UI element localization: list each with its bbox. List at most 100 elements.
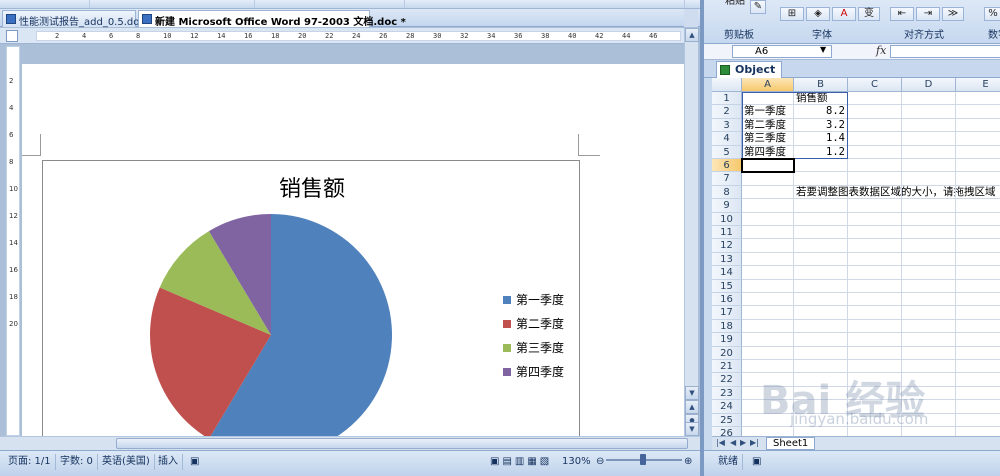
cell-d16[interactable] (902, 293, 956, 307)
row-header-17[interactable]: 17 (712, 306, 742, 320)
row-header-10[interactable]: 10 (712, 212, 742, 226)
cell-c4[interactable] (848, 132, 902, 146)
cell-a20[interactable] (742, 346, 794, 360)
cell-b7[interactable] (794, 172, 848, 186)
formula-bar[interactable] (890, 45, 1000, 58)
zoom-in-icon[interactable]: ⊕ (680, 454, 696, 470)
row-header-18[interactable]: 18 (712, 319, 742, 334)
row-header-6[interactable]: 6 (712, 159, 742, 173)
zoom-out-icon[interactable]: ⊖ (592, 454, 608, 470)
cell-c2[interactable] (848, 105, 902, 119)
cell-e3[interactable] (956, 119, 1000, 133)
cell-a6[interactable] (741, 157, 795, 174)
cell-a18[interactable] (742, 319, 794, 334)
cell-a13[interactable] (742, 252, 794, 267)
cell-e4[interactable] (956, 132, 1000, 146)
row-header-12[interactable]: 12 (712, 239, 742, 253)
cell-b19[interactable] (794, 333, 848, 347)
cell-d19[interactable] (902, 333, 956, 347)
cell-b11[interactable] (794, 226, 848, 240)
embedded-chart[interactable]: 销售额 第一季度 第二季度 第三季度 第四季度 (42, 160, 580, 436)
row-header-19[interactable]: 19 (712, 333, 742, 347)
cell-c7[interactable] (848, 172, 902, 186)
doc-tab-report[interactable]: 性能测试报告_add_0.5.doc (2, 10, 145, 28)
cell-d15[interactable] (902, 279, 956, 293)
cell-a11[interactable] (742, 226, 794, 240)
number-format-icon[interactable]: % (984, 7, 1000, 21)
cell-a7[interactable] (742, 172, 794, 186)
cell-c26[interactable] (848, 427, 902, 436)
increase-indent-icon[interactable]: ⇥ (916, 7, 940, 21)
cell-d17[interactable] (902, 306, 956, 320)
column-header-a[interactable]: A (742, 78, 794, 92)
cell-e10[interactable] (956, 213, 1000, 226)
cell-b12[interactable] (794, 239, 848, 253)
row-header-20[interactable]: 20 (712, 346, 742, 360)
horizontal-scroll-thumb[interactable] (116, 438, 688, 449)
select-all-corner[interactable] (712, 78, 742, 92)
row-header-23[interactable]: 23 (712, 386, 742, 401)
cell-d20[interactable] (902, 346, 956, 360)
cell-a14[interactable] (742, 266, 794, 280)
phonetic-icon[interactable]: 变 (858, 7, 880, 21)
cell-a26[interactable] (742, 427, 794, 436)
cell-b16[interactable] (794, 293, 848, 307)
cell-d2[interactable] (902, 105, 956, 119)
macro-record-icon[interactable]: ▣ (186, 454, 203, 470)
first-sheet-button[interactable]: |◀ (716, 438, 725, 447)
cell-e7[interactable] (956, 172, 1000, 186)
cell-d6[interactable] (902, 159, 956, 173)
cell-e9[interactable] (956, 199, 1000, 213)
cell-c5[interactable] (848, 145, 902, 159)
next-page-button[interactable]: ▼ (685, 422, 699, 436)
cell-c15[interactable] (848, 279, 902, 293)
vertical-scrollbar[interactable]: ▲ ▼ ▲ ● ▼ (684, 28, 699, 436)
cell-e15[interactable] (956, 280, 1000, 293)
row-header-8[interactable]: 8 (712, 185, 742, 200)
cell-c18[interactable] (848, 319, 902, 334)
row-header-1[interactable]: 1 (712, 92, 742, 106)
row-header-25[interactable]: 25 (712, 413, 742, 427)
status-page[interactable]: 页面: 1/1 (4, 454, 56, 470)
name-box[interactable]: A6 (732, 45, 832, 58)
border-icon[interactable]: ⊞ (780, 7, 804, 21)
row-header-22[interactable]: 22 (712, 373, 742, 387)
cell-c3[interactable] (848, 118, 902, 133)
row-header-13[interactable]: 13 (712, 252, 742, 267)
row-header-7[interactable]: 7 (712, 172, 742, 186)
cell-c16[interactable] (848, 293, 902, 307)
row-header-11[interactable]: 11 (712, 226, 742, 240)
cell-c14[interactable] (848, 266, 902, 280)
cell-e24[interactable] (956, 400, 1000, 414)
cell-e1[interactable] (956, 92, 1000, 106)
cell-d9[interactable] (902, 199, 956, 213)
cell-d5[interactable] (902, 145, 956, 159)
column-header-e[interactable]: E (956, 78, 1000, 92)
decrease-indent-icon[interactable]: ⇤ (890, 7, 914, 21)
row-header-2[interactable]: 2 (712, 105, 742, 119)
cell-d4[interactable] (902, 132, 956, 146)
cell-e6[interactable] (956, 159, 1000, 173)
cell-c9[interactable] (848, 199, 902, 213)
column-header-d[interactable]: D (902, 78, 956, 92)
cell-b9[interactable] (794, 199, 848, 213)
cell-e11[interactable] (956, 226, 1000, 240)
zoom-slider-thumb[interactable] (640, 454, 646, 465)
cell-e14[interactable] (956, 266, 1000, 280)
format-painter-icon[interactable]: ✎ (750, 0, 766, 14)
cell-b13[interactable] (794, 252, 848, 267)
row-header-26[interactable]: 26 (712, 427, 742, 436)
cell-e21[interactable] (956, 360, 1000, 374)
cell-b10[interactable] (794, 212, 848, 226)
cell-b6[interactable] (794, 159, 848, 173)
zoom-level[interactable]: 130% (558, 454, 595, 470)
cell-c13[interactable] (848, 252, 902, 267)
font-color-icon[interactable]: A (832, 7, 856, 21)
cell-c17[interactable] (848, 306, 902, 320)
row-header-3[interactable]: 3 (712, 118, 742, 133)
cell-e2[interactable] (956, 105, 1000, 119)
cell-c8[interactable] (848, 185, 902, 200)
object-tab[interactable]: Object (716, 61, 783, 78)
scroll-down-button[interactable]: ▼ (685, 386, 699, 400)
prev-page-button[interactable]: ▲ (685, 400, 699, 414)
